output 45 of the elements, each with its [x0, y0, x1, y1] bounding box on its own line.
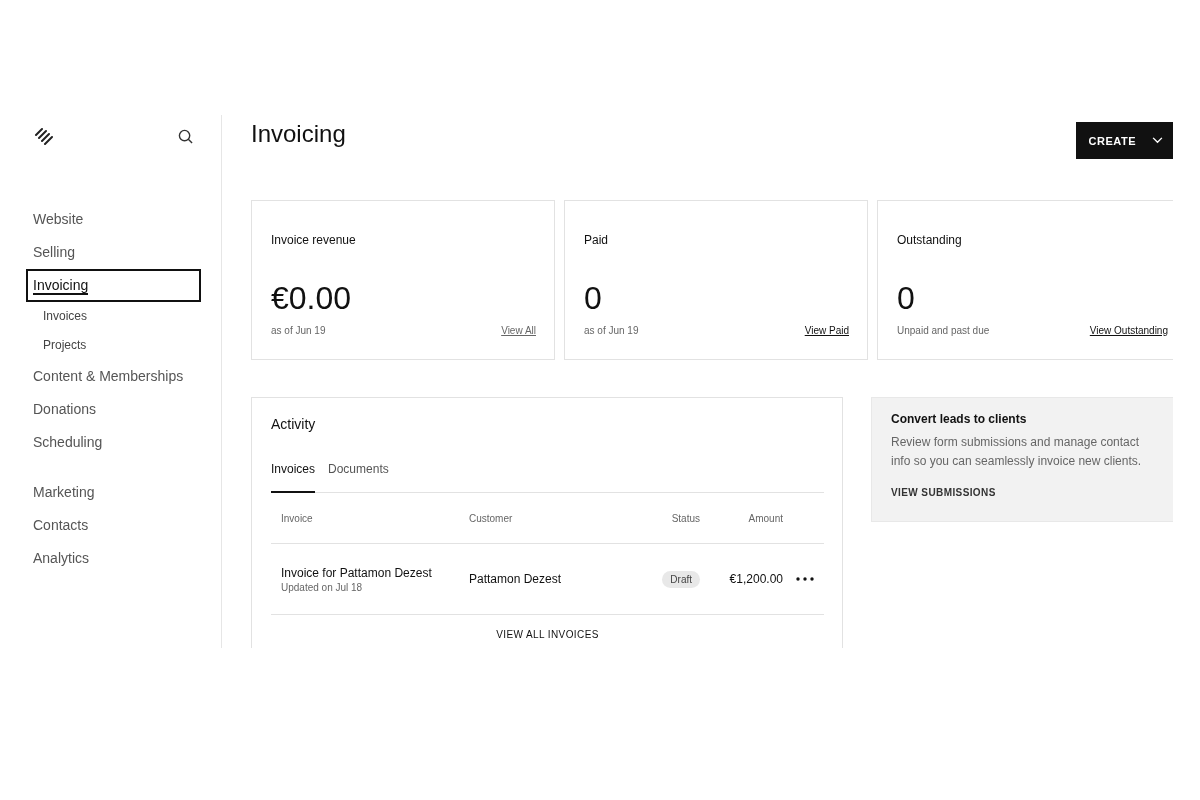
stat-label: Invoice revenue — [271, 233, 357, 247]
nav-subitem[interactable]: Projects — [28, 331, 199, 360]
tab[interactable]: Invoices — [271, 462, 316, 493]
create-button[interactable]: CREATE — [1075, 122, 1173, 159]
more-icon[interactable] — [796, 577, 814, 581]
stat-value: €0.00 — [271, 280, 353, 317]
invoice-name[interactable]: Invoice for Pattamon Dezest — [281, 565, 469, 580]
nav-item[interactable]: Website — [26, 203, 201, 236]
nav-item[interactable]: Marketing — [26, 476, 201, 509]
stat-value: 0 — [584, 280, 603, 317]
column-header: Status — [670, 512, 700, 524]
nav-item[interactable]: Selling — [26, 236, 201, 269]
view-all-invoices-link[interactable]: VIEW ALL INVOICES — [496, 629, 599, 640]
stat-label: Outstanding — [897, 233, 963, 247]
column-header: Customer — [469, 512, 514, 524]
column-header: Invoice — [281, 512, 314, 524]
nav-item[interactable]: Analytics — [26, 542, 201, 575]
column-header: Amount — [747, 512, 783, 524]
promo-text: Review form submissions and manage contact info so you can seamlessly invoice new clients. — [891, 434, 1143, 470]
stat-value: 0 — [897, 280, 916, 317]
nav-item[interactable]: Contacts — [26, 509, 201, 542]
nav-item[interactable]: Content & Memberships — [26, 360, 201, 393]
stat-label: Paid — [584, 233, 610, 247]
promo-title: Convert leads to clients — [891, 412, 1028, 426]
customer-cell-text: Pattamon Dezest — [469, 572, 563, 586]
amount-cell-text: €1,200.00 — [728, 572, 783, 586]
chevron-down-icon — [1152, 137, 1163, 144]
page-title: Invoicing — [251, 120, 346, 148]
status-badge: Draft — [662, 571, 700, 588]
nav-item[interactable]: Donations — [26, 393, 201, 426]
stat-note: as of Jun 19 — [584, 325, 639, 336]
nav-item[interactable]: Invoicing — [26, 269, 201, 302]
stat-note: as of Jun 19 — [271, 325, 326, 336]
activity-title: Activity — [271, 416, 317, 432]
search-icon[interactable] — [178, 128, 193, 144]
view-submissions-link[interactable]: VIEW SUBMISSIONS — [891, 487, 1173, 498]
nav-item[interactable]: Scheduling — [26, 426, 201, 459]
stat-link[interactable]: View All — [501, 325, 536, 336]
tab[interactable]: Documents — [328, 462, 389, 493]
stat-link[interactable]: View Outstanding — [1089, 325, 1168, 336]
nav-subitem[interactable]: Invoices — [28, 302, 199, 331]
logo-icon[interactable] — [34, 127, 54, 145]
invoice-updated: Updated on Jul 18 — [281, 581, 364, 593]
stat-note: Unpaid and past due — [897, 325, 990, 336]
stat-link[interactable]: View Paid — [804, 325, 849, 336]
